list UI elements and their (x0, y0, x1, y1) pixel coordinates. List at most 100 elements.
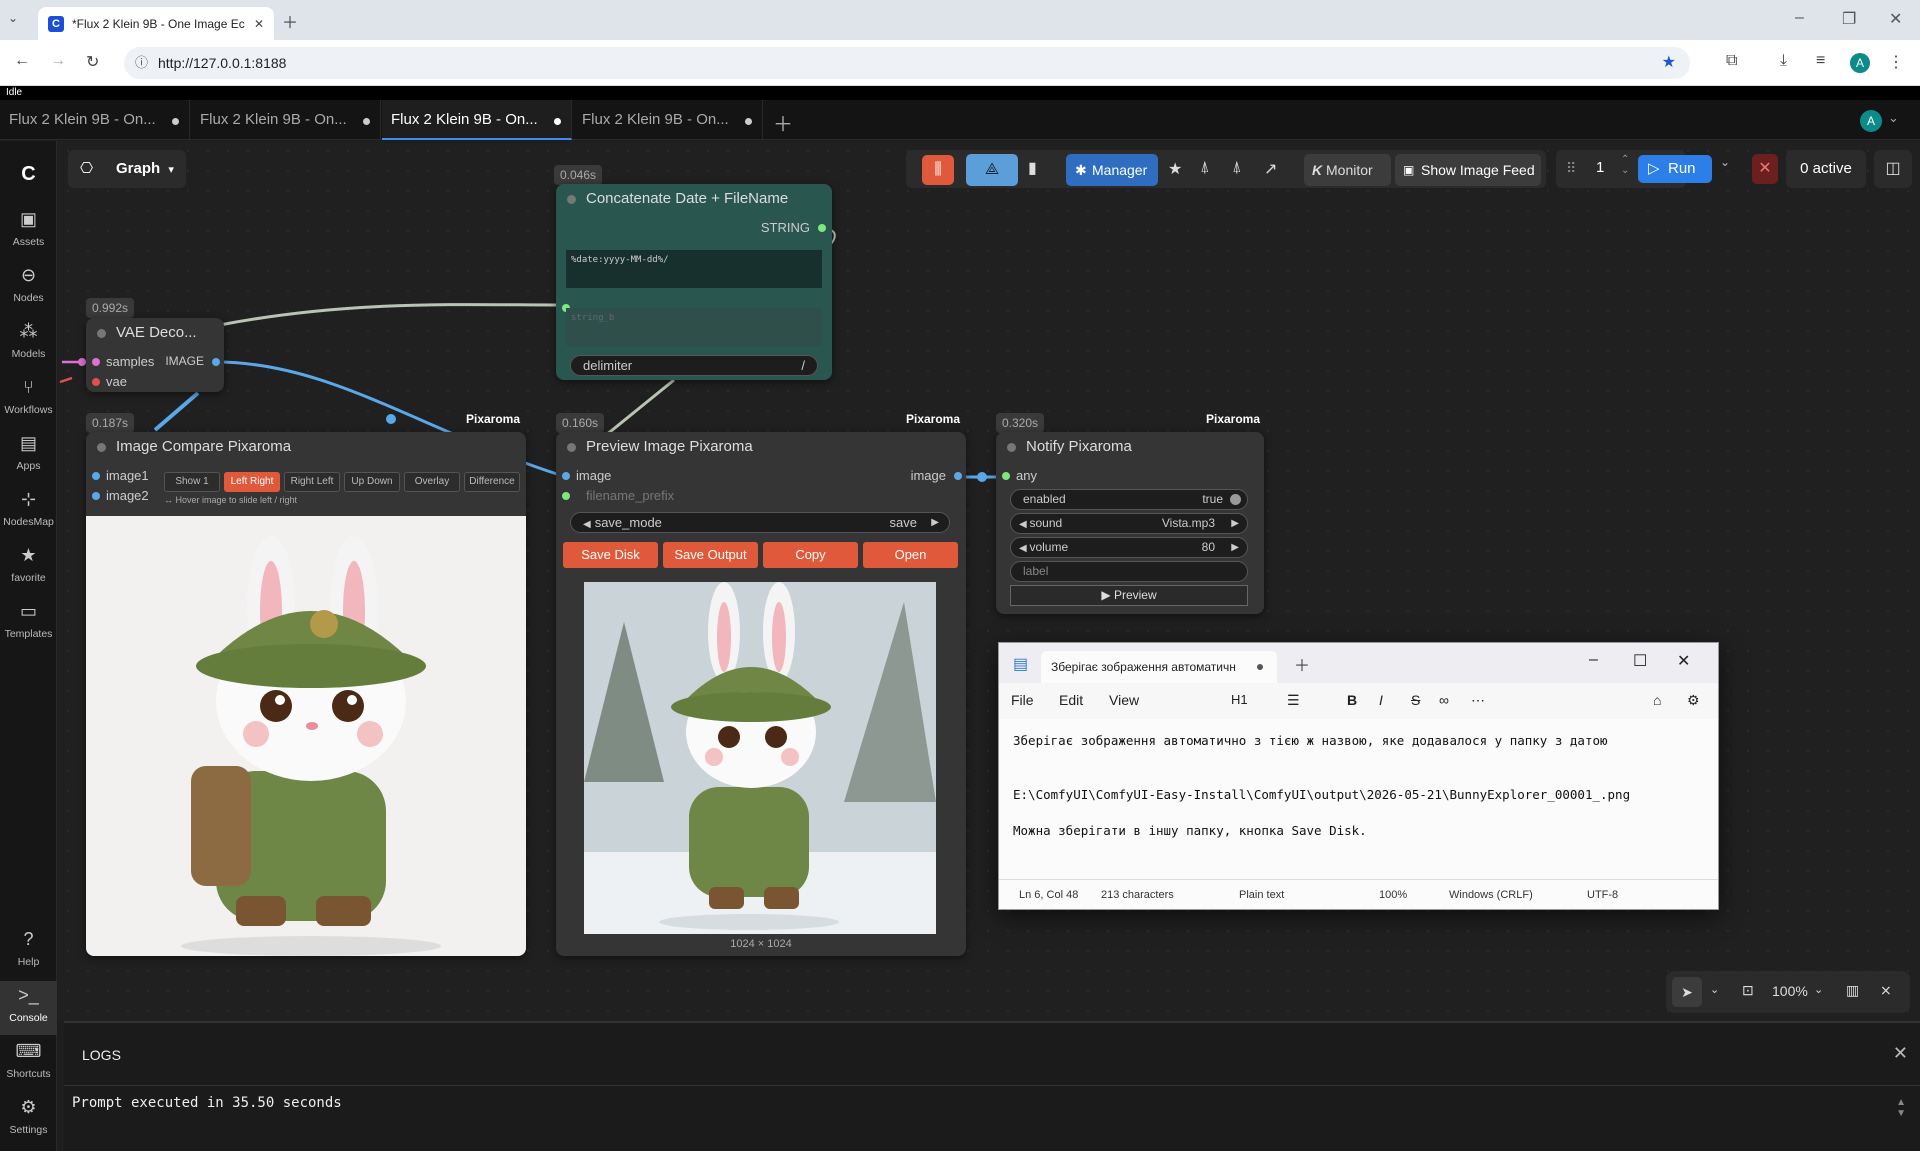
share-icon[interactable]: ↗ (1264, 159, 1277, 179)
preview-image-node[interactable]: Preview Image Pixaroma image image filen… (556, 432, 966, 956)
output-slot-dot[interactable] (212, 358, 220, 366)
arrow-right-icon[interactable]: ▶ (1231, 514, 1239, 533)
run-button[interactable]: ▷ Run (1638, 155, 1712, 183)
cancel-run-button[interactable]: ✕ (1752, 154, 1778, 184)
save-mode-widget[interactable]: ◀ save_mode save ▶ (570, 512, 950, 533)
link-icon[interactable]: ∞ (1439, 692, 1449, 708)
mode-difference-button[interactable]: Difference (464, 472, 520, 492)
mode-show1-button[interactable]: Show 1 (164, 472, 220, 492)
link-reroute-dot[interactable] (386, 414, 396, 424)
arrow-left-icon[interactable]: ◀ (1019, 543, 1029, 554)
arrow-right-icon[interactable]: ▶ (1231, 538, 1239, 557)
save-disk-button[interactable]: Save Disk (563, 542, 658, 568)
sound-widget[interactable]: ◀ sound Vista.mp3 ▶ (1010, 513, 1248, 534)
star-icon[interactable]: ★ (1168, 159, 1182, 179)
volume-widget[interactable]: ◀ volume 80 ▶ (1010, 537, 1248, 558)
stepper-icon[interactable]: ⌃ ⌄ (1621, 154, 1629, 176)
minimap-icon[interactable]: ▥ (1846, 982, 1859, 999)
menu-file[interactable]: File (1011, 692, 1034, 708)
window-close-icon[interactable]: ✕ (1677, 651, 1690, 671)
active-queue-badge[interactable]: 0 active (1786, 150, 1866, 188)
scrollbar-arrows-icon[interactable]: ▲ ▼ (1896, 1097, 1906, 1119)
italic-icon[interactable]: I (1379, 692, 1383, 708)
arrow-right-icon[interactable]: ▶ (931, 513, 939, 532)
heading-dropdown[interactable]: H1 (1231, 692, 1248, 707)
hide-links-icon[interactable]: ⨯ (1880, 982, 1892, 999)
chevron-down-icon[interactable]: ⌄ (1814, 983, 1823, 996)
link-reroute-dot[interactable] (977, 472, 987, 482)
output-slot-dot[interactable] (818, 224, 826, 232)
logs-panel: LOGS ✕ Prompt executed in 35.50 seconds … (64, 1021, 1920, 1151)
notify-node[interactable]: Notify Pixaroma any enabled true ◀ sound V… (996, 432, 1264, 614)
mode-right-left-button[interactable]: Right Left (284, 472, 340, 492)
arrow-left-icon[interactable]: ◀ (1019, 519, 1029, 530)
panel-toggle-icon[interactable]: ◫ (1874, 150, 1912, 188)
run-options-chevron-icon[interactable]: ⌄ (1720, 155, 1730, 169)
save-output-button[interactable]: Save Output (663, 542, 758, 568)
workflow-logo-icon[interactable]: ⟁ (966, 154, 1018, 186)
copy-button[interactable]: Copy (763, 542, 858, 568)
minimize-icon[interactable]: – (1589, 651, 1598, 669)
string-b-textarea[interactable]: string_b (566, 308, 822, 346)
notepad-menubar: File Edit View H1 ☰ B I S ∞ ⋯ ⌂ ⚙ (999, 683, 1718, 719)
new-tab-icon[interactable]: ＋ (1294, 652, 1310, 676)
input-slot-dot[interactable] (92, 378, 100, 386)
bold-icon[interactable]: B (1347, 692, 1357, 708)
notepad-tab[interactable]: Зберігає зображення автоматичн (1041, 651, 1277, 683)
input-slot-dot[interactable] (92, 358, 100, 366)
close-icon[interactable]: ✕ (1893, 1043, 1908, 1064)
manager-button[interactable]: ✱ Manager (1066, 154, 1158, 186)
mode-up-down-button[interactable]: Up Down (344, 472, 400, 492)
label-input[interactable]: label (1010, 561, 1248, 582)
line-ending-label: Windows (CRLF) (1449, 889, 1533, 901)
preview-sound-button[interactable]: ▶ Preview (1010, 585, 1248, 606)
image-feed-button[interactable]: ▣ Show Image Feed (1395, 154, 1541, 186)
pointer-icon[interactable]: ➤ (1672, 977, 1702, 1007)
menu-edit[interactable]: Edit (1059, 692, 1083, 708)
vae-decode-node[interactable]: VAE Deco... samples IMAGE vae (86, 318, 224, 392)
output-slot-label: STRING (760, 220, 810, 235)
bookmark-icon[interactable]: ▮ (1028, 158, 1037, 178)
monitor-button[interactable]: K Monitor (1304, 154, 1391, 186)
open-button[interactable]: Open (863, 542, 958, 568)
unsaved-dot-icon[interactable] (1257, 664, 1263, 670)
preview-image[interactable] (584, 582, 936, 934)
mode-left-right-button[interactable]: Left Right (224, 472, 280, 492)
input-slot-dot[interactable] (562, 472, 570, 480)
list-icon[interactable]: ☰ (1287, 692, 1300, 709)
mode-overlay-button[interactable]: Overlay (404, 472, 460, 492)
zoom-level[interactable]: 100% (1772, 983, 1808, 999)
enabled-toggle[interactable]: enabled true (1010, 489, 1248, 510)
upload-alt-icon[interactable]: ⍋ (1232, 159, 1242, 177)
upload-icon[interactable]: ⍋ (1200, 159, 1210, 177)
copilot-icon[interactable]: ⌂ (1653, 692, 1661, 708)
input-slot-dot[interactable] (92, 492, 100, 500)
menu-view[interactable]: View (1109, 692, 1139, 708)
compare-image[interactable] (86, 516, 526, 956)
chevron-down-icon[interactable]: ⌄ (1710, 983, 1719, 996)
notepad-editor[interactable]: Зберігає зображення автоматично з тією ж… (1013, 733, 1713, 838)
image-compare-node[interactable]: Image Compare Pixaroma image1 image2 Sho… (86, 432, 526, 956)
node-time-badge: 0.320s (996, 413, 1045, 433)
gear-icon[interactable]: ⚙ (1687, 692, 1700, 709)
input-slot-dot[interactable] (92, 472, 100, 480)
maximize-icon[interactable]: ☐ (1633, 651, 1647, 671)
fit-view-icon[interactable]: ⊡ (1742, 982, 1754, 999)
output-slot-dot[interactable] (954, 472, 962, 480)
logs-title: LOGS (82, 1047, 121, 1063)
link-reroute-dot[interactable] (78, 358, 86, 366)
concatenate-node[interactable]: Concatenate Date + FileName STRING %date… (556, 184, 832, 380)
widget-label: volume (1029, 540, 1069, 554)
input-slot-dot[interactable] (562, 492, 570, 500)
delimiter-widget[interactable]: delimiter / (570, 355, 818, 376)
zoom-label: 100% (1379, 889, 1408, 901)
input-slot-dot[interactable] (1002, 472, 1010, 480)
more-icon[interactable]: ⋯ (1471, 692, 1485, 709)
string-a-textarea[interactable]: %date:yyyy-MM-dd%/ (566, 250, 822, 288)
pixaroma-audio-icon[interactable]: ⫼ (922, 155, 954, 185)
graph-selector[interactable]: ⎔ Graph ▾ (68, 150, 186, 188)
queue-count-input[interactable]: 1 (1596, 159, 1604, 176)
arrow-left-icon[interactable]: ◀ (583, 519, 591, 530)
drag-handle-icon[interactable]: ⠿ (1566, 160, 1576, 177)
strikethrough-icon[interactable]: S (1411, 692, 1420, 708)
